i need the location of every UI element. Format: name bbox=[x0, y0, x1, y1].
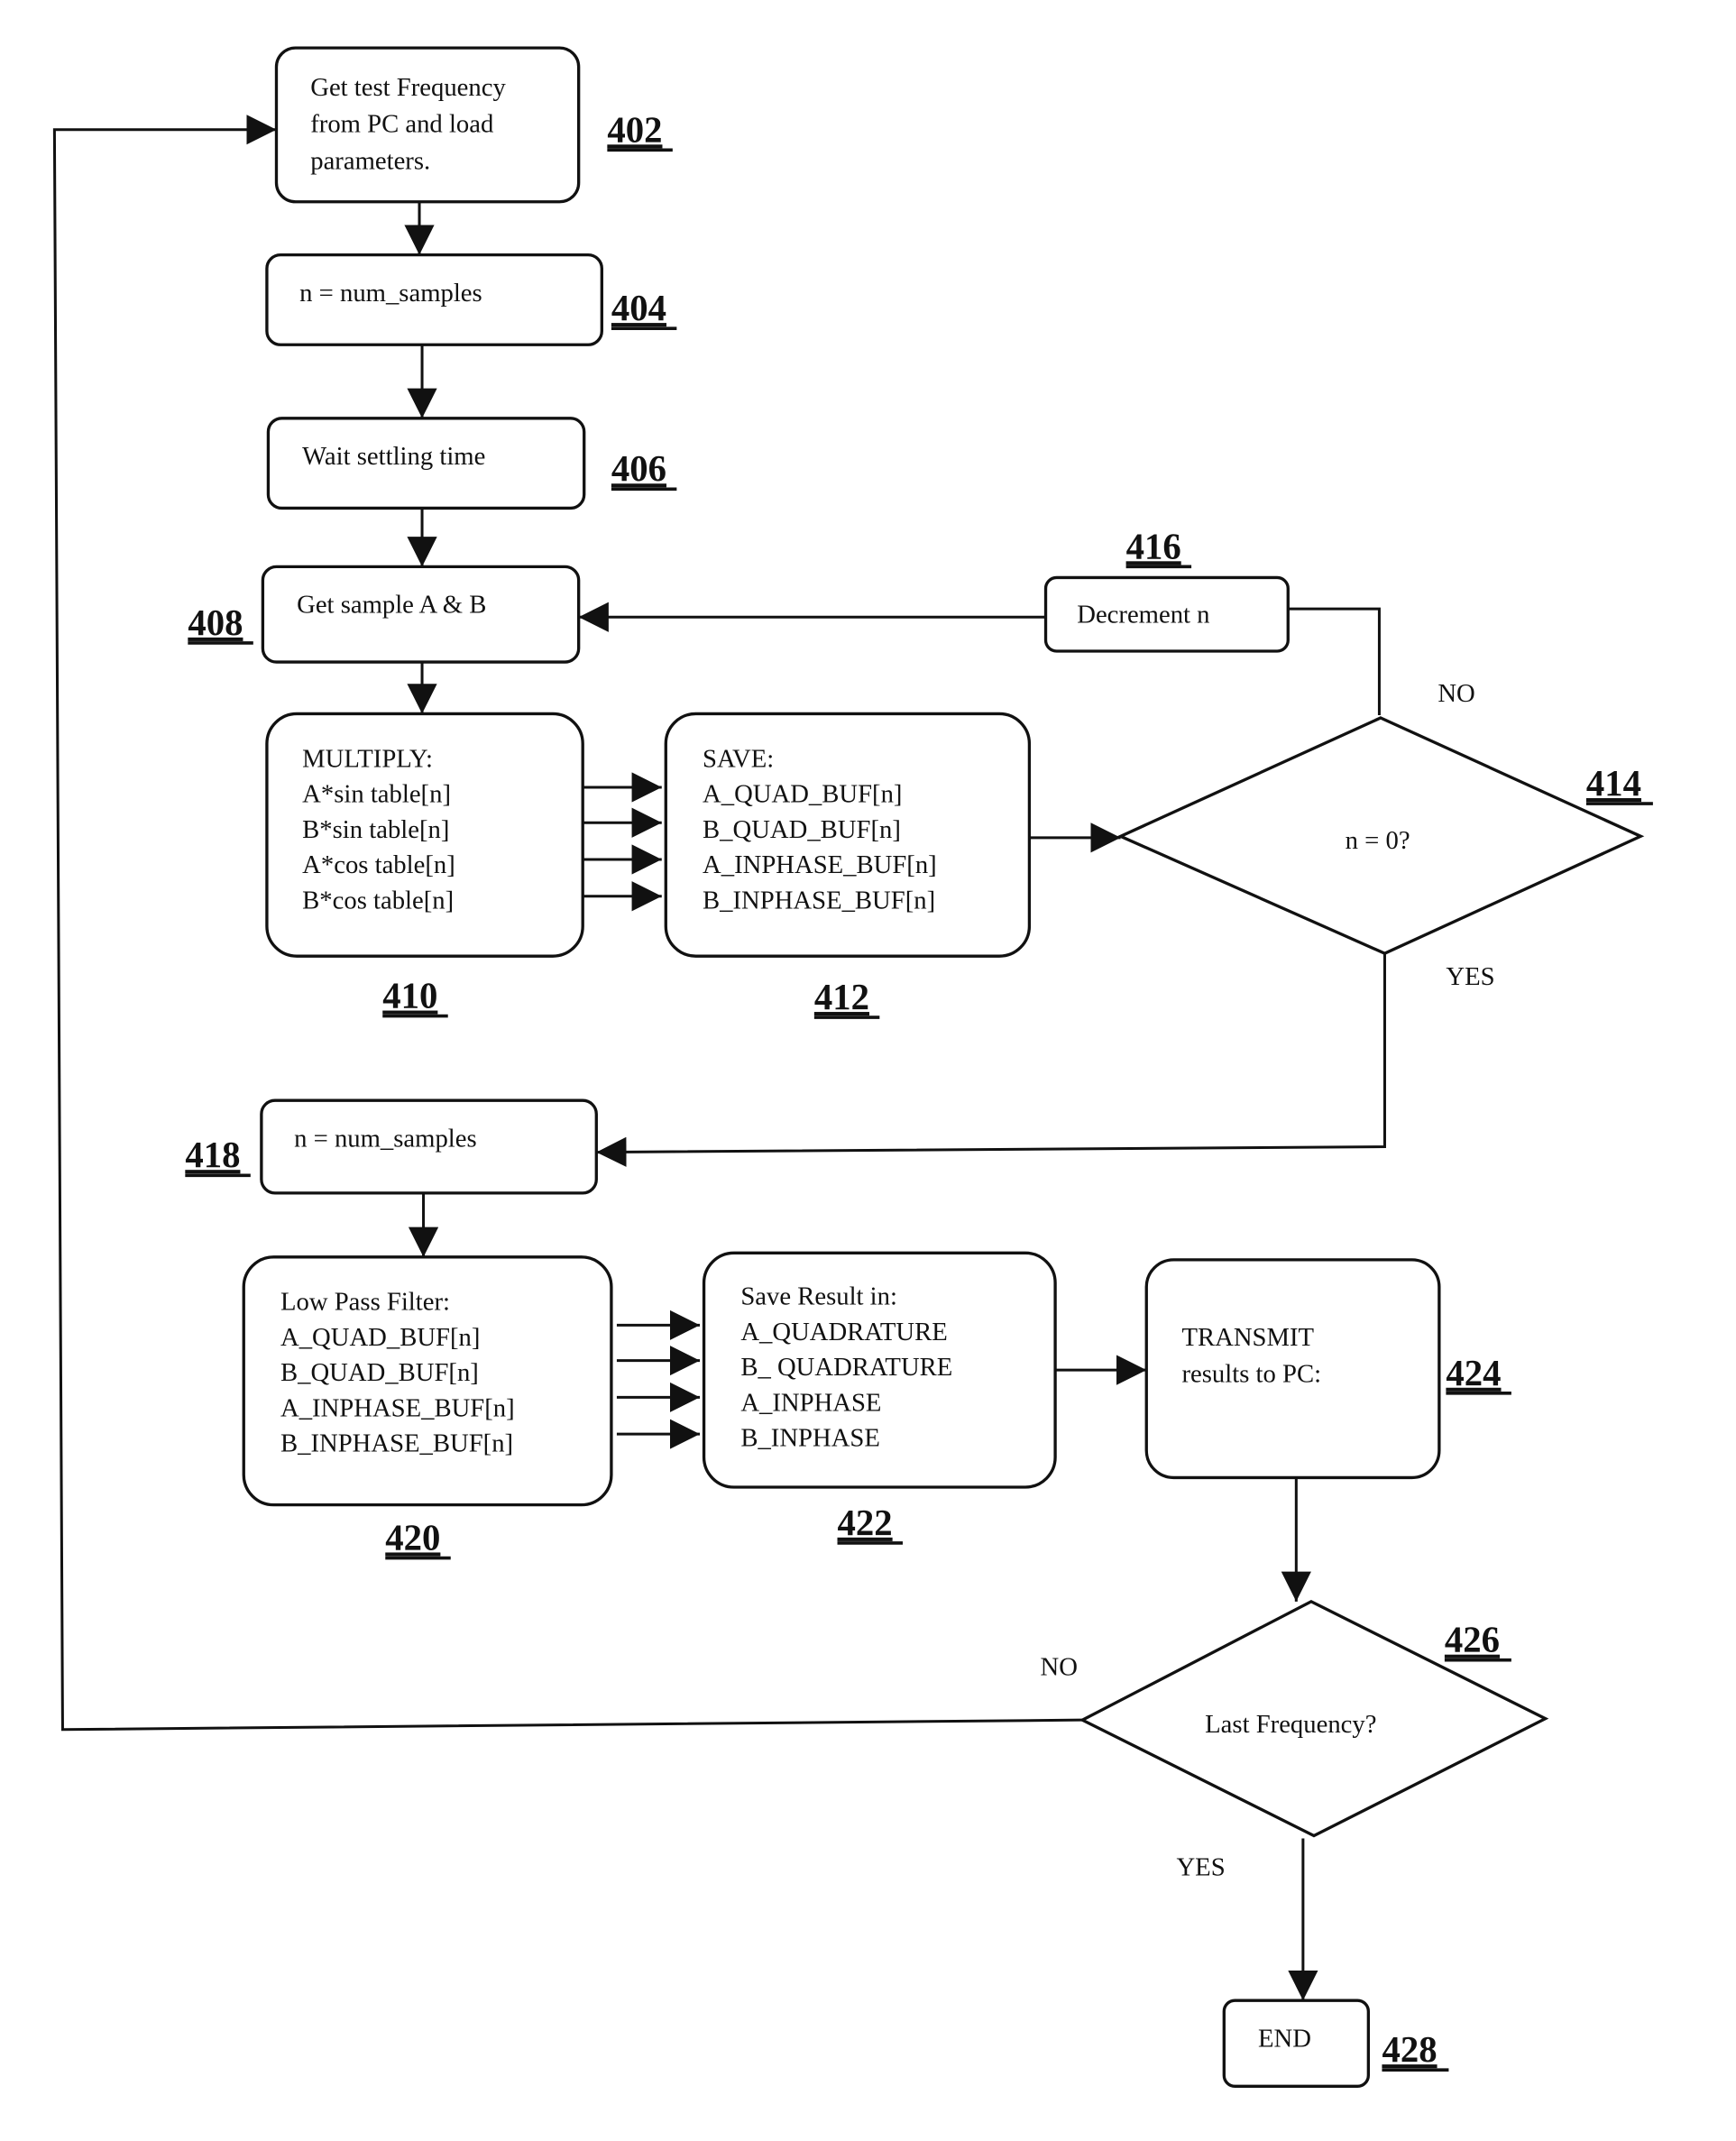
node-text: B_QUAD_BUF[n] bbox=[703, 815, 901, 844]
node-text: parameters. bbox=[310, 147, 430, 176]
node-422: Save Result in: A_QUADRATURE B_ QUADRATU… bbox=[702, 1251, 1057, 1545]
node-text: Last Frequency? bbox=[1205, 1710, 1376, 1739]
yes-label: YES bbox=[1176, 1852, 1225, 1881]
no-label: NO bbox=[1040, 1652, 1077, 1681]
node-420: Low Pass Filter: A_QUAD_BUF[n] B_QUAD_BU… bbox=[242, 1255, 613, 1560]
ref-number: 420 bbox=[385, 1517, 440, 1558]
ref-number: 416 bbox=[1126, 526, 1181, 566]
node-406: Wait settling time 406 bbox=[266, 417, 677, 510]
node-410: MULTIPLY: A*sin table[n] B*sin table[n] … bbox=[265, 712, 584, 1018]
node-text: SAVE: bbox=[703, 744, 774, 773]
flowchart: Get test Frequency from PC and load para… bbox=[52, 46, 1653, 2088]
node-text: A_QUADRATURE bbox=[740, 1318, 947, 1346]
ref-number: 402 bbox=[607, 109, 662, 150]
ref-number: 422 bbox=[838, 1502, 893, 1543]
node-text: n = num_samples bbox=[299, 279, 482, 308]
node-text: A_INPHASE bbox=[740, 1388, 881, 1417]
node-text: B*sin table[n] bbox=[302, 815, 449, 844]
node-text: Get sample A & B bbox=[297, 591, 486, 620]
node-text: A*cos table[n] bbox=[302, 850, 455, 879]
node-text: B_INPHASE bbox=[740, 1424, 880, 1453]
ref-number: 426 bbox=[1445, 1620, 1500, 1660]
node-412: SAVE: A_QUAD_BUF[n] B_QUAD_BUF[n] A_INPH… bbox=[664, 712, 1032, 1019]
node-text: A_INPHASE_BUF[n] bbox=[280, 1393, 515, 1422]
no-label: NO bbox=[1437, 679, 1474, 708]
node-428: END 428 bbox=[1222, 1999, 1449, 2088]
node-text: B*cos table[n] bbox=[302, 886, 454, 914]
node-text: A_INPHASE_BUF[n] bbox=[703, 850, 937, 879]
node-text: A_QUAD_BUF[n] bbox=[703, 780, 902, 809]
node-text: Wait settling time bbox=[302, 442, 485, 471]
node-text: A_QUAD_BUF[n] bbox=[280, 1323, 480, 1352]
ref-number: 418 bbox=[185, 1135, 240, 1175]
node-402: Get test Frequency from PC and load para… bbox=[274, 46, 673, 204]
node-text: MULTIPLY: bbox=[302, 744, 433, 773]
node-424: TRANSMIT results to PC: 424 bbox=[1144, 1258, 1511, 1480]
ref-number: 428 bbox=[1382, 2029, 1437, 2070]
node-426: Last Frequency? 426 NO YES bbox=[1040, 1599, 1549, 1881]
node-416: Decrement n 416 bbox=[1043, 526, 1290, 653]
ref-number: 404 bbox=[611, 288, 666, 328]
node-text: B_ QUADRATURE bbox=[740, 1353, 952, 1382]
node-text: Low Pass Filter: bbox=[280, 1288, 450, 1317]
connector-414-416 bbox=[1288, 607, 1381, 715]
yes-label: YES bbox=[1446, 962, 1494, 991]
node-text: B_INPHASE_BUF[n] bbox=[280, 1429, 513, 1458]
node-text: A*sin table[n] bbox=[302, 780, 451, 809]
ref-number: 410 bbox=[382, 976, 437, 1016]
ref-number: 424 bbox=[1446, 1353, 1501, 1393]
node-text: n = 0? bbox=[1346, 826, 1410, 855]
node-text: Save Result in: bbox=[740, 1282, 897, 1311]
arrow-414-418 bbox=[596, 953, 1386, 1167]
node-text: B_QUAD_BUF[n] bbox=[280, 1358, 479, 1387]
ref-number: 414 bbox=[1586, 763, 1641, 804]
node-text: Get test Frequency bbox=[310, 73, 506, 102]
node-404: n = num_samples 404 bbox=[265, 253, 677, 346]
node-text: B_INPHASE_BUF[n] bbox=[703, 886, 935, 914]
node-text: results to PC: bbox=[1182, 1360, 1322, 1389]
node-text: Decrement n bbox=[1077, 600, 1209, 629]
node-414: n = 0? 414 NO YES bbox=[1116, 679, 1653, 991]
ref-number: 408 bbox=[188, 602, 243, 643]
ref-number: 412 bbox=[814, 977, 869, 1017]
node-text: from PC and load bbox=[310, 110, 493, 139]
node-text: n = num_samples bbox=[294, 1125, 477, 1153]
node-text: TRANSMIT bbox=[1182, 1323, 1315, 1352]
ref-number: 406 bbox=[611, 448, 666, 489]
node-408: Get sample A & B 408 bbox=[188, 565, 581, 664]
node-418: n = num_samples 418 bbox=[185, 1098, 598, 1195]
node-text: END bbox=[1258, 2025, 1311, 2054]
